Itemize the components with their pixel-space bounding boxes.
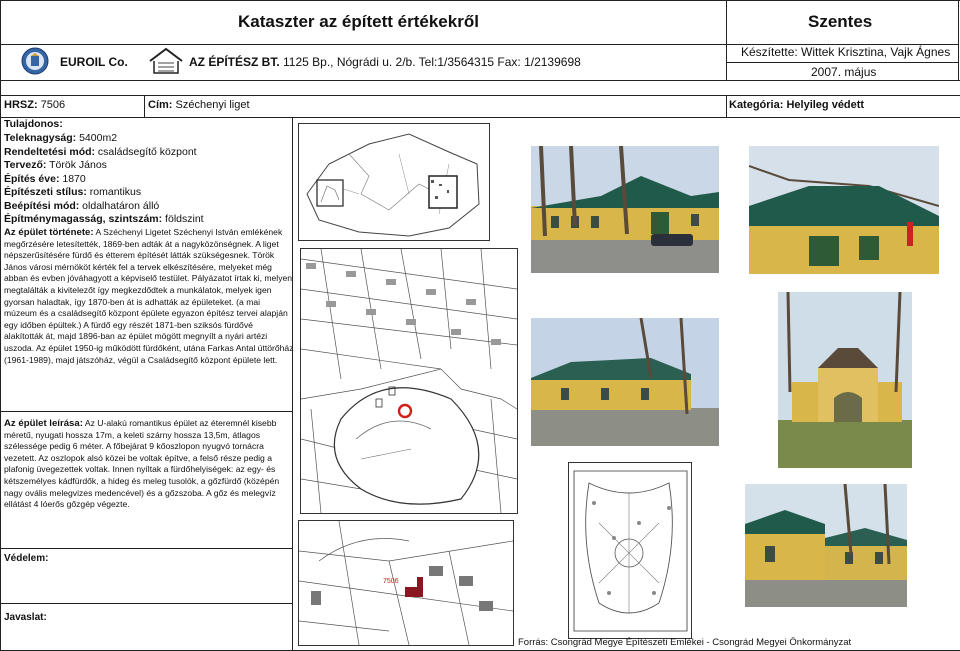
description-text: Az épület leírása: Az U-alakú romantikus…: [4, 418, 280, 510]
company-name: EUROIL Co.: [60, 55, 128, 69]
photo-building-detail: [749, 146, 939, 274]
architect-logo: [148, 47, 184, 75]
protection-label: Védelem:: [4, 553, 49, 564]
field-height: Építménymagasság, szintszám: földszint: [4, 213, 204, 225]
made-by: Készítette: Wittek Krisztina, Vajk Ágnes: [741, 45, 951, 59]
date: 2007. május: [811, 65, 877, 79]
history-text: Az épület története: A Széchenyi Ligetet…: [4, 227, 294, 365]
photo-building-front: [531, 146, 719, 273]
field-designer: Tervező: Török János: [4, 159, 107, 171]
address: Cím: Széchenyi liget: [148, 99, 250, 111]
source-credit: Forrás: Csongrád Megye Építészeti Emléke…: [518, 637, 852, 648]
document-title: Kataszter az épített értékekről: [238, 12, 479, 31]
field-year: Építés éve: 1870: [4, 173, 86, 185]
park-layout-map: [568, 462, 692, 639]
town-overview-map: [298, 123, 490, 241]
site-plan-map: 7506: [298, 520, 514, 646]
photo-building-corner: [745, 484, 907, 607]
architect-info: AZ ÉPÍTÉSZ BT. 1125 Bp., Nógrádi u. 2/b.…: [189, 55, 581, 69]
field-owner: Tulajdonos:: [4, 118, 63, 130]
city-name: Szentes: [808, 12, 873, 31]
field-layout: Beépítési mód: oldalhatáron álló: [4, 200, 160, 212]
parcel-number: 7506: [383, 578, 399, 585]
photo-pavilion: [778, 292, 912, 468]
photo-building-side: [531, 318, 719, 446]
category: Kategória: Helyileg védett: [729, 99, 865, 111]
field-style: Építészeti stílus: romantikus: [4, 186, 142, 198]
hrsz: HRSZ: 7506: [4, 99, 66, 111]
euroil-logo: [21, 47, 49, 75]
street-network-map: [300, 248, 518, 514]
field-function: Rendeltetési mód: családsegítő központ: [4, 146, 197, 158]
field-plot-size: Teleknagyság: 5400m2: [4, 132, 118, 144]
proposal-label: Javaslat:: [4, 612, 47, 623]
